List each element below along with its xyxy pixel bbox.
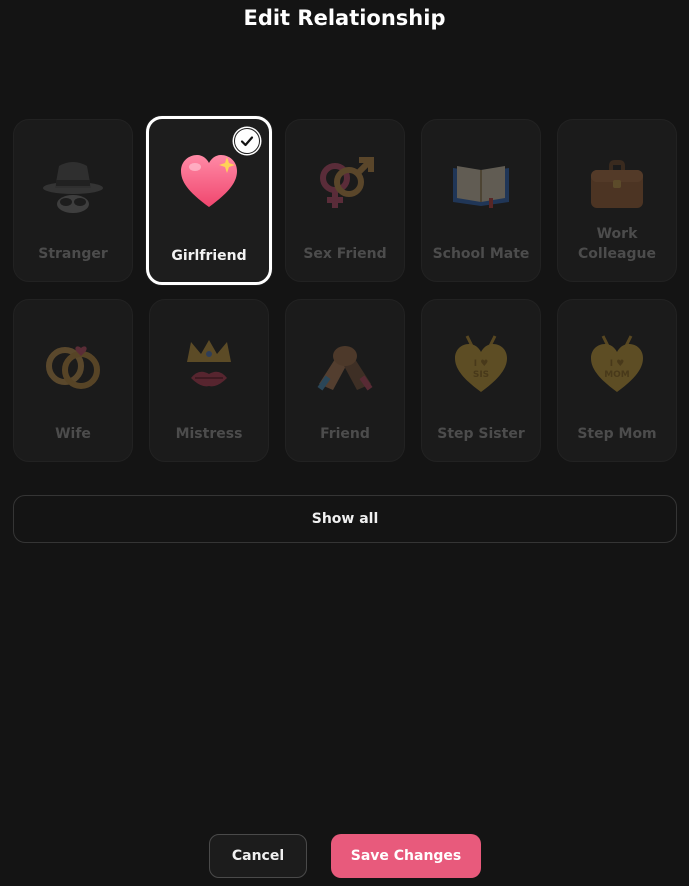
relationship-card-mistress[interactable]: Mistress xyxy=(149,299,269,462)
sis-heart-pendant-icon: I ♥ SIS xyxy=(422,334,540,394)
open-book-icon xyxy=(422,154,540,214)
relationship-label: Step Sister xyxy=(437,426,525,442)
svg-text:MOM: MOM xyxy=(604,370,630,380)
page-title: Edit Relationship xyxy=(243,6,446,30)
svg-text:I ♥: I ♥ xyxy=(474,359,489,369)
relationship-card-friend[interactable]: Friend xyxy=(285,299,405,462)
relationship-card-step-mom[interactable]: I ♥ MOM Step Mom xyxy=(557,299,677,462)
spy-icon xyxy=(14,154,132,214)
relationship-card-wife[interactable]: Wife xyxy=(13,299,133,462)
relationship-label: School Mate xyxy=(432,246,530,262)
checkmark-icon xyxy=(234,128,260,154)
save-changes-button[interactable]: Save Changes xyxy=(331,834,481,878)
relationship-card-sex-friend[interactable]: Sex Friend xyxy=(285,119,405,282)
wedding-rings-icon xyxy=(14,334,132,394)
relationship-label: Girlfriend xyxy=(171,248,247,264)
briefcase-icon xyxy=(558,154,676,214)
relationship-label: Wife xyxy=(55,426,91,442)
relationship-label: Friend xyxy=(320,426,370,442)
relationship-label: Step Mom xyxy=(577,426,657,442)
sparkling-heart-icon xyxy=(149,151,269,211)
mom-heart-pendant-icon: I ♥ MOM xyxy=(558,334,676,394)
relationship-label: Work Colleague xyxy=(578,226,656,262)
svg-text:SIS: SIS xyxy=(473,370,489,380)
relationship-card-stranger[interactable]: Stranger xyxy=(13,119,133,282)
relationship-card-girlfriend[interactable]: Girlfriend xyxy=(146,116,272,285)
show-all-button[interactable]: Show all xyxy=(13,495,677,543)
relationship-label: Sex Friend xyxy=(303,246,387,262)
relationship-label: Stranger xyxy=(38,246,108,262)
handshake-icon xyxy=(286,334,404,394)
relationship-label: Mistress xyxy=(175,426,243,442)
crown-lips-icon xyxy=(150,334,268,394)
relationship-card-school-mate[interactable]: School Mate xyxy=(421,119,541,282)
relationship-card-work-colleague[interactable]: Work Colleague xyxy=(557,119,677,282)
svg-text:I ♥: I ♥ xyxy=(610,359,625,369)
relationship-card-step-sister[interactable]: I ♥ SIS Step Sister xyxy=(421,299,541,462)
gender-symbols-icon xyxy=(286,154,404,214)
cancel-button[interactable]: Cancel xyxy=(209,834,307,878)
